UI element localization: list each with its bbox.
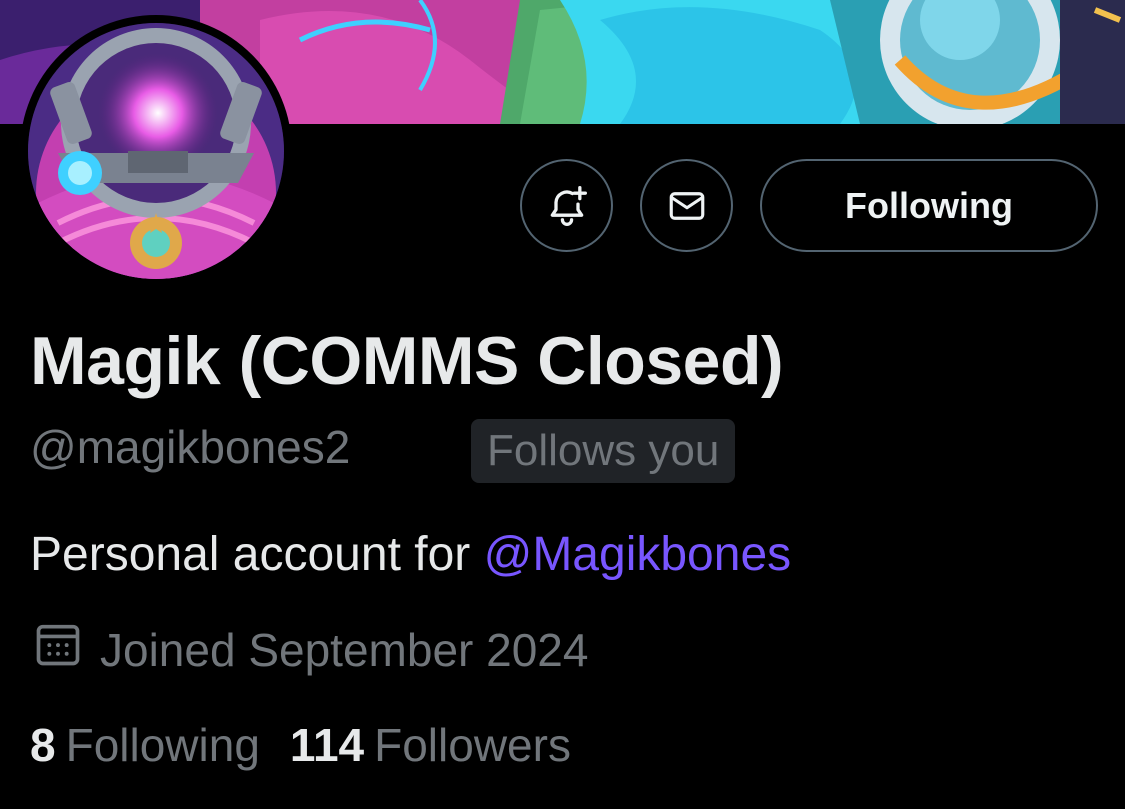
follows-you-badge: Follows you (471, 419, 736, 483)
calendar-icon (32, 618, 100, 681)
envelope-icon (666, 185, 708, 227)
joined-text: Joined September 2024 (100, 623, 589, 676)
bell-plus-icon (545, 184, 589, 228)
bio-text: Personal account for (30, 528, 484, 581)
message-button[interactable] (640, 159, 733, 252)
user-handle: @magikbones2 (30, 421, 351, 473)
following-label: Following (65, 719, 260, 771)
follow-stats: 8 Following 114 Followers (30, 718, 601, 772)
joined-date: Joined September 2024 (32, 618, 588, 681)
display-name: Magik (COMMS Closed) (30, 323, 784, 399)
followers-stat-link[interactable]: 114 Followers (290, 718, 571, 772)
followers-label: Followers (374, 719, 571, 771)
followers-count: 114 (289, 719, 365, 771)
notify-button[interactable] (520, 159, 613, 252)
following-stat-link[interactable]: 8 Following (30, 718, 260, 772)
following-button[interactable]: Following (760, 159, 1098, 252)
profile-avatar[interactable] (20, 15, 292, 287)
profile-bio: Personal account for @Magikbones (30, 527, 791, 582)
bio-mention-link[interactable]: @Magikbones (484, 528, 792, 581)
following-count: 8 (30, 719, 56, 771)
